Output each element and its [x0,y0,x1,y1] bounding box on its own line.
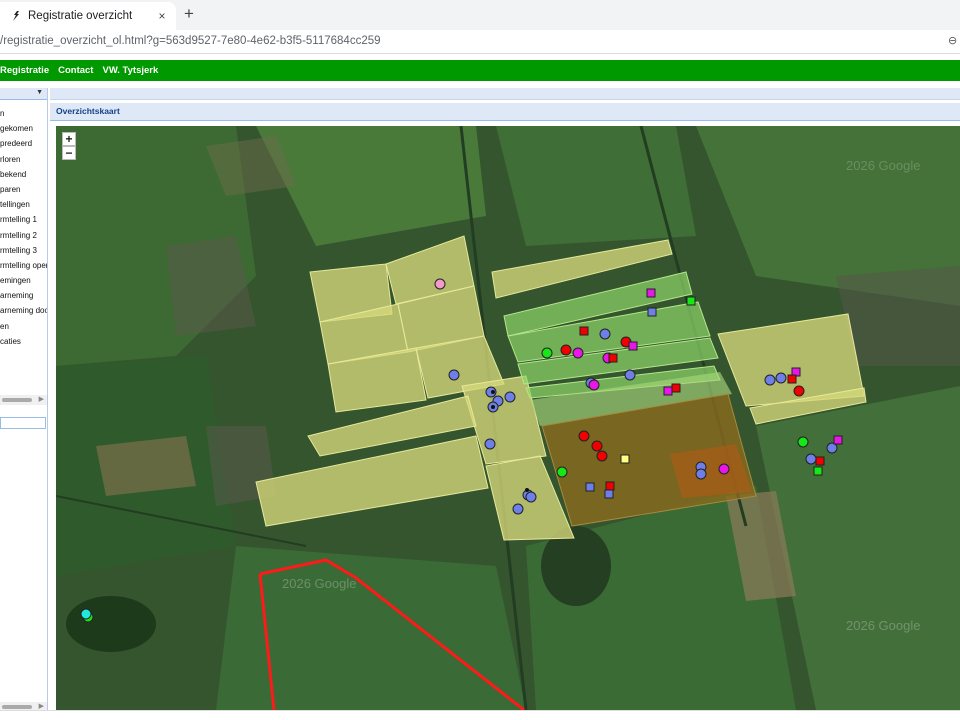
google-watermark: 2026 Google [846,618,920,633]
map-marker[interactable] [585,482,595,492]
browser-tab-bar: Registratie overzicht × + [0,0,960,30]
map-marker[interactable] [560,344,572,356]
sidebar-item[interactable]: arneming doo [0,303,47,318]
map-marker[interactable] [596,450,608,462]
browser-menu-icon[interactable]: ⊖ [948,34,958,48]
map-marker[interactable] [572,347,584,359]
map-marker[interactable] [448,369,460,381]
map-marker[interactable] [775,372,787,384]
sidebar-item[interactable]: rmtelling 1 [0,212,47,227]
map-marker[interactable] [604,489,614,499]
map-marker[interactable] [764,374,776,386]
map-marker[interactable] [793,385,805,397]
browser-tab[interactable]: Registratie overzicht × [0,2,176,30]
map-view[interactable]: 2026 Google 2026 Google 2026 Google [56,126,960,710]
map-marker[interactable] [787,374,797,384]
site-favicon-icon [13,11,19,21]
map-marker[interactable] [512,503,524,515]
zoom-out-button[interactable]: − [62,146,76,160]
map-marker[interactable] [591,440,603,452]
address-bar[interactable]: /registratie_overzicht_ol.html?g=563d952… [0,30,960,54]
nav-item-registratie[interactable]: Registratie [0,65,49,76]
map-marker[interactable] [578,430,590,442]
main-header-strip [50,88,960,100]
sidebar-item[interactable]: tellingen [0,197,47,212]
sidebar-header[interactable]: ▼ [0,88,47,100]
map-marker[interactable] [599,328,611,340]
sidebar-item[interactable]: en [0,319,47,334]
zoom-in-button[interactable]: + [62,132,76,146]
map-marker[interactable] [805,453,817,465]
map-marker[interactable] [833,435,843,445]
sidebar-item[interactable]: gekomen [0,121,47,136]
map-marker[interactable] [815,456,825,466]
scrollbar-thumb[interactable] [2,398,32,402]
map-marker[interactable] [588,379,600,391]
map-marker[interactable] [628,341,638,351]
map-marker[interactable] [718,463,730,475]
tab-close-icon[interactable]: × [154,9,170,23]
map-marker[interactable] [646,288,656,298]
sidebar-list: n gekomen predeerd rloren bekend paren t… [0,106,47,349]
sidebar-item[interactable]: emingen [0,273,47,288]
scroll-right-icon[interactable]: ▶ [39,395,44,403]
sidebar-item[interactable]: arneming [0,288,47,303]
chevron-down-icon[interactable]: ▼ [36,89,43,96]
status-bar [0,710,960,720]
tab-title: Registratie overzicht [28,10,133,22]
url-text[interactable]: /registratie_overzicht_ol.html?g=563d952… [0,35,381,47]
sidebar-item[interactable]: rmtelling 2 [0,228,47,243]
satellite-map[interactable]: 2026 Google 2026 Google 2026 Google [56,126,960,710]
sidebar: ▼ n gekomen predeerd rloren bekend paren… [0,88,48,720]
sidebar-item[interactable]: rmtelling 3 [0,243,47,258]
sidebar-item[interactable]: rloren [0,152,47,167]
map-marker[interactable] [605,481,615,491]
map-marker[interactable] [541,347,553,359]
nav-item-vw-tytsjerk[interactable]: VW. Tytsjerk [102,65,158,76]
google-watermark: 2026 Google [282,576,356,591]
sidebar-item[interactable]: caties [0,334,47,349]
panel-title: Overzichtskaart [56,106,120,116]
map-marker[interactable] [647,307,657,317]
map-panel-header: Overzichtskaart [50,103,960,121]
nav-item-contact[interactable]: Contact [58,65,93,76]
sidebar-item[interactable]: n [0,106,47,121]
map-marker[interactable] [579,326,589,336]
map-marker[interactable] [797,436,809,448]
sidebar-item[interactable]: paren [0,182,47,197]
map-marker[interactable] [504,391,516,403]
map-marker[interactable] [813,466,823,476]
sidebar-item[interactable]: bekend [0,167,47,182]
map-marker[interactable] [620,454,630,464]
map-marker[interactable] [671,383,681,393]
zoom-controls: + − [62,132,76,160]
map-marker[interactable] [608,353,618,363]
map-marker[interactable] [686,296,696,306]
sidebar-item[interactable]: rmtelling oper [0,258,47,273]
map-marker[interactable] [624,369,636,381]
map-marker[interactable] [556,466,568,478]
map-marker[interactable] [525,491,537,503]
sidebar-scrollbar[interactable]: ▶ [0,395,47,405]
google-watermark: 2026 Google [846,158,920,173]
map-marker[interactable] [434,278,446,290]
map-marker[interactable] [695,468,707,480]
sidebar-search-input[interactable] [0,417,46,429]
new-tab-button[interactable]: + [180,4,198,24]
map-marker[interactable] [80,608,92,620]
sidebar-item[interactable]: predeerd [0,136,47,151]
map-marker[interactable] [484,438,496,450]
site-navbar: Registratie Contact VW. Tytsjerk [0,60,960,81]
scrollbar-thumb[interactable] [2,705,32,709]
map-marker[interactable] [663,386,673,396]
scroll-right-icon[interactable]: ▶ [39,702,44,710]
